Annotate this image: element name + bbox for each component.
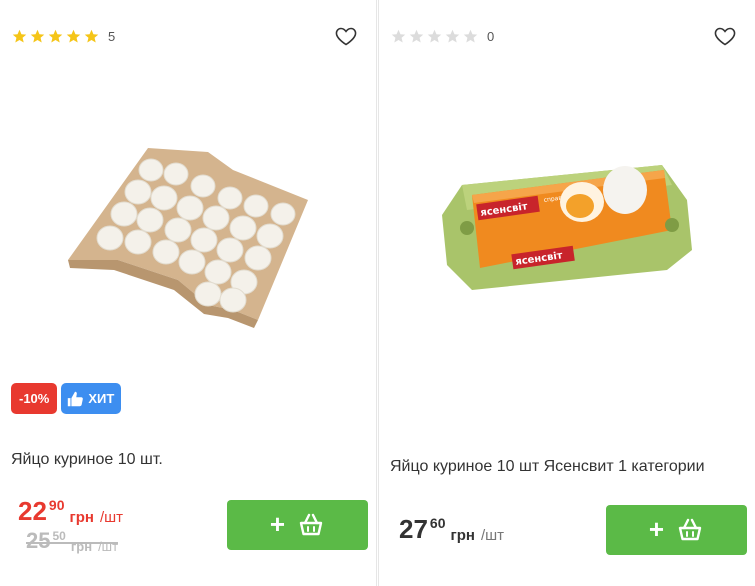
heart-icon[interactable] <box>334 24 358 48</box>
star-icon <box>48 29 63 43</box>
product-image[interactable]: ясенсвіт ясенсвіт справжні курячі <box>379 95 755 355</box>
add-to-cart-button[interactable]: + <box>606 505 747 555</box>
star-icon <box>12 29 27 43</box>
add-to-cart-button[interactable]: + <box>227 500 368 550</box>
star-icon <box>391 29 406 43</box>
old-price: 25 50 грн /шт <box>26 528 119 554</box>
product-title[interactable]: Яйцо куриное 10 шт Ясенсвит 1 категории <box>390 458 705 476</box>
badges: -10% ХИТ <box>11 383 122 414</box>
product-title[interactable]: Яйцо куриное 10 шт. <box>11 451 163 469</box>
current-price: 27 60 грн /шт <box>399 516 504 543</box>
star-icon <box>427 29 442 43</box>
rating: 0 <box>391 29 494 44</box>
current-price: 22 90 грн /шт <box>18 498 123 525</box>
product-card[interactable]: 5 -10% ХИТ Яйцо куриное 10 шт. 22 90 грн… <box>0 0 377 586</box>
discount-badge: -10% <box>11 383 58 414</box>
price-unit: /шт <box>99 509 124 526</box>
price-integer: 27 <box>399 514 428 544</box>
hit-badge: ХИТ <box>61 383 122 414</box>
rating-count: 0 <box>487 29 495 44</box>
star-icon <box>409 29 424 43</box>
star-icon <box>445 29 460 43</box>
basket-icon <box>299 513 323 536</box>
egg-carton-image: ясенсвіт ясенсвіт справжні курячі <box>442 165 692 290</box>
old-price-integer: 25 <box>26 528 51 553</box>
plus-icon: + <box>648 513 665 544</box>
product-grid: 5 -10% ХИТ Яйцо куриное 10 шт. 22 90 грн… <box>0 0 755 586</box>
thumbs-up-icon <box>68 391 84 406</box>
rating-count: 5 <box>108 29 116 44</box>
plus-icon: + <box>269 508 286 539</box>
strikethrough <box>26 542 119 544</box>
rating: 5 <box>12 29 115 44</box>
star-icon <box>30 29 45 43</box>
price-currency: грн <box>69 509 94 526</box>
price-decimal: 90 <box>48 497 65 513</box>
star-icon <box>66 29 81 43</box>
star-icon <box>84 29 99 43</box>
old-price-group: 25 50 грн /шт <box>26 528 119 554</box>
product-card[interactable]: 0 ясенсвіт ясенсвіт справжні курячі <box>378 0 755 586</box>
basket-icon <box>678 518 702 541</box>
old-price-decimal: 50 <box>52 529 66 543</box>
heart-icon[interactable] <box>713 24 737 48</box>
product-image[interactable] <box>0 95 376 355</box>
hit-badge-label: ХИТ <box>88 391 115 406</box>
price-currency: грн <box>450 527 475 544</box>
price-integer: 22 <box>18 496 47 526</box>
price-unit: /шт <box>480 527 505 544</box>
egg-tray-image <box>68 148 308 328</box>
price-decimal: 60 <box>429 515 446 531</box>
star-icon <box>463 29 478 43</box>
